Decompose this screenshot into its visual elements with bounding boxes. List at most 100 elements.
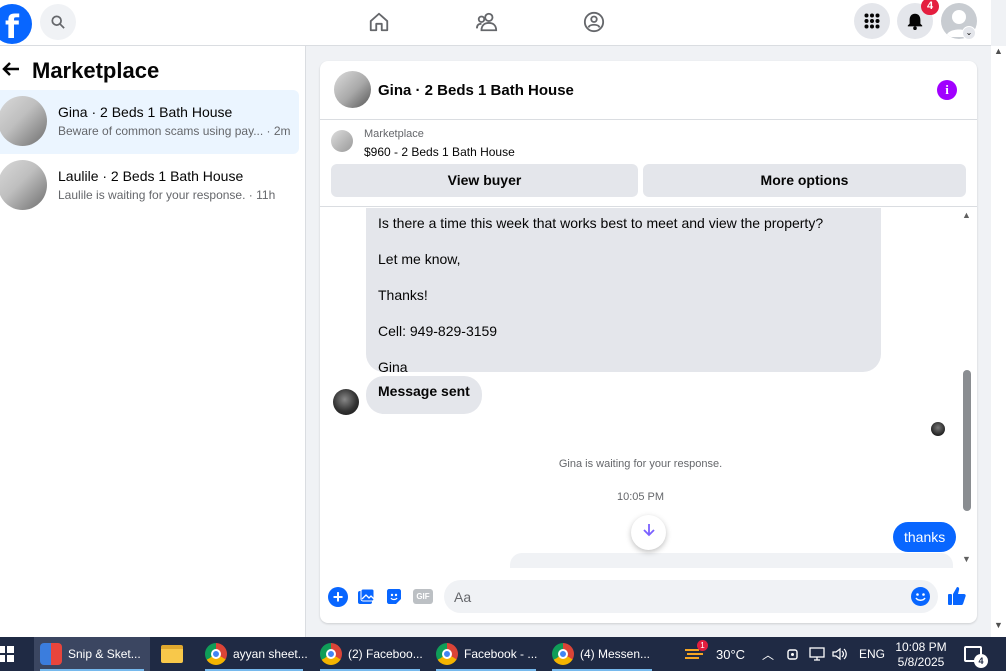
conversation-snippet: Beware of common scams using pay... · 2m [58,124,291,138]
weather-widget[interactable]: 1 30°C [684,637,745,671]
facebook-logo[interactable]: f [0,4,32,44]
account-chevron-down-icon[interactable]: ⌄ [962,26,976,40]
taskbar-item-chrome-2[interactable]: (2) Faceboo... [314,637,426,671]
friends-icon [476,12,498,32]
message-timestamp: 10:05 PM [616,491,665,503]
show-hidden-icons[interactable]: ︿ [762,637,774,671]
taskbar-item-label: ayyan sheet... [233,647,308,661]
outgoing-message-bubble: thanks [893,522,957,552]
chat-panel: Gina · 2 Beds 1 Bath House i Marketplace… [320,61,977,623]
clock-date: 5/8/2025 [897,655,945,669]
taskbar-item-label: (4) Messen... [580,647,651,661]
gif-icon[interactable]: GIF [413,589,433,604]
conversation-item-gina[interactable]: Gina · 2 Beds 1 Bath House Beware of com… [0,90,299,154]
meet-now-icon[interactable] [786,637,800,671]
conversation-time: · 2m [266,124,291,138]
sticker-icon[interactable] [384,587,404,607]
clock-time: 10:08 PM [895,640,947,654]
scroll-to-bottom-button[interactable] [631,515,666,550]
bell-icon [907,13,923,30]
message-line: Thanks! [378,287,428,303]
view-buyer-button[interactable]: View buyer [331,164,638,197]
listing-source-label: Marketplace [364,128,424,140]
page-scroll-down-arrow-icon[interactable]: ▼ [994,620,1003,630]
taskbar-item-snip-sketch[interactable]: Snip & Sket... [34,637,150,671]
conversation-thumbnail [0,160,47,210]
search-button[interactable] [40,4,76,40]
sidebar-title: Marketplace [32,58,160,83]
conversation-sidebar: Marketplace Gina · 2 Beds 1 Bath House B… [0,46,306,637]
message-line: Gina [378,359,408,375]
volume-icon[interactable] [832,637,848,671]
scroll-up-arrow-icon[interactable]: ▲ [962,210,971,220]
message-composer: + GIF [320,577,977,617]
language-indicator[interactable]: ENG [859,637,885,671]
scrollbar-thumb[interactable] [963,370,971,511]
listing-price-title[interactable]: $960 - 2 Beds 1 Bath House [364,145,515,159]
taskbar-item-chrome-4[interactable]: (4) Messen... [546,637,658,671]
chevron-up-icon: ︿ [762,647,775,662]
back-arrow-icon[interactable] [2,60,26,83]
home-icon [369,12,389,32]
weather-temperature: 30°C [716,646,746,662]
incoming-message-bubble: Is there a time this week that works bes… [366,208,881,375]
sender-avatar[interactable] [333,389,359,415]
menu-button[interactable] [854,3,890,39]
action-center-count: 4 [974,654,988,668]
taskbar-item-file-explorer[interactable] [155,637,191,671]
page-scrollbar[interactable]: ▲ ▼ [991,46,1006,637]
conversation-thumbnail [0,96,47,146]
plus-icon[interactable]: + [328,587,348,607]
top-navigation-bar: f 4 ⌄ [0,0,991,46]
groups-tab[interactable] [579,8,609,36]
more-options-button[interactable]: More options [643,164,966,197]
grid-menu-icon [864,13,880,29]
network-icon[interactable] [809,637,825,671]
conversation-time: · 11h [248,188,276,202]
friends-tab[interactable] [472,8,502,36]
seen-indicator-avatar [931,422,945,436]
search-icon [51,15,65,29]
message-line: Is there a time this week that works bes… [378,215,824,231]
listing-thumbnail[interactable] [331,130,353,152]
message-line: Cell: 949-829-3159 [378,323,498,339]
chrome-icon [320,643,342,665]
windows-taskbar: Snip & Sket... ayyan sheet... (2) Facebo… [0,637,1006,671]
conversation-name: Gina · 2 Beds 1 Bath House [58,104,233,120]
home-tab[interactable] [364,8,394,36]
conversation-item-laulile[interactable]: Laulile · 2 Beds 1 Bath House Laulile is… [0,154,299,218]
thumbs-up-icon[interactable] [947,586,967,612]
taskbar-item-label: Facebook - ... [464,647,538,661]
taskbar-item-chrome-1[interactable]: ayyan sheet... [199,637,309,671]
photo-icon[interactable] [356,587,376,607]
message-list[interactable]: Is there a time this week that works bes… [320,208,977,568]
scam-notice-bubble [510,553,953,568]
chrome-icon [552,643,574,665]
sidebar-header: Marketplace [0,56,159,86]
message-input[interactable] [444,580,938,613]
arrow-down-icon [642,524,655,537]
taskbar-item-label: (2) Faceboo... [348,647,423,661]
chrome-icon [436,643,458,665]
chat-avatar[interactable] [334,71,371,108]
conversation-snippet: Laulile is waiting for your response. · … [58,188,276,202]
message-scrollbar[interactable]: ▲ ▼ [960,210,974,565]
taskbar-item-label: Snip & Sket... [68,647,141,661]
info-icon[interactable]: i [937,80,957,100]
weather-badge: 1 [697,640,708,651]
message-line: Let me know, [378,251,461,267]
system-clock[interactable]: 10:08 PM 5/8/2025 [892,640,950,670]
folder-icon [161,645,183,663]
waiting-status-text: Gina is waiting for your response. [558,458,723,470]
taskbar-item-chrome-3[interactable]: Facebook - ... [430,637,542,671]
emoji-icon[interactable] [911,587,930,606]
chat-header: Gina · 2 Beds 1 Bath House i [320,61,977,120]
windows-start-icon[interactable] [0,646,14,662]
notification-badge: 4 [921,0,939,15]
chat-title[interactable]: Gina · 2 Beds 1 Bath House [378,82,574,99]
groups-icon [583,11,605,33]
weather-icon: 1 [684,640,708,662]
page-scroll-up-arrow-icon[interactable]: ▲ [994,46,1003,56]
scroll-down-arrow-icon[interactable]: ▼ [962,554,971,564]
conversation-name: Laulile · 2 Beds 1 Bath House [58,168,244,184]
